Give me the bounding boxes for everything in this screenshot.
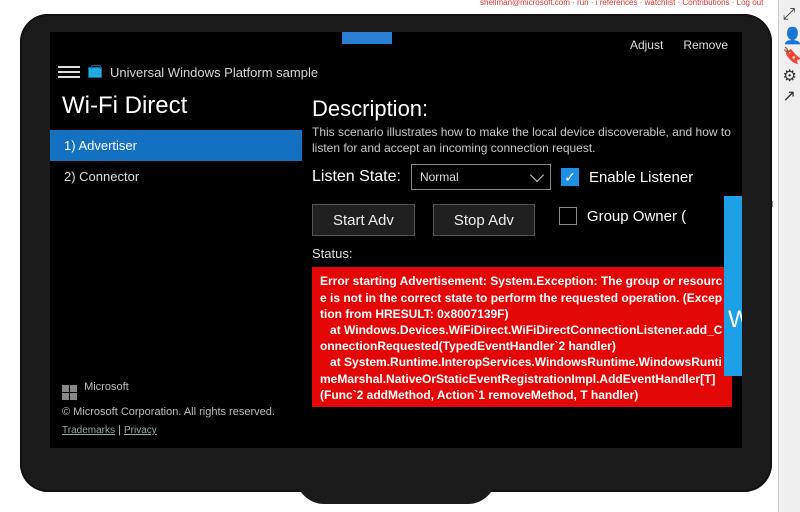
listen-state-select[interactable]: Normal (411, 164, 551, 190)
description-heading: Description: (312, 96, 732, 122)
page-top-tiny-text: shellman@microsoft.com · run · i referen… (480, 0, 763, 7)
sidebar-footer: Microsoft © Microsoft Corporation. All r… (50, 371, 302, 448)
right-peek-panel[interactable]: W (724, 196, 742, 376)
enable-listener-label: Enable Listener (589, 169, 693, 186)
person-icon[interactable]: 👤 (783, 26, 797, 40)
privacy-link[interactable]: Privacy (124, 425, 157, 436)
group-owner-checkbox[interactable] (559, 207, 577, 225)
app-screen: Adjust Remove Universal Windows Platform… (50, 32, 742, 448)
app-icon (88, 67, 102, 78)
app-title: Universal Windows Platform sample (110, 65, 318, 80)
main-pane: Description: This scenario illustrates h… (302, 86, 742, 448)
page-top-strip: shellman@microsoft.com · run · i referen… (0, 0, 778, 12)
app-header: Universal Windows Platform sample (50, 58, 742, 86)
group-owner-label: Group Owner ( (587, 208, 686, 225)
cmd-remove[interactable]: Remove (683, 38, 728, 52)
copyright-text: © Microsoft Corporation. All rights rese… (62, 406, 290, 418)
brand-row: Microsoft (62, 381, 290, 400)
bookmark-icon[interactable]: 🔖 (783, 46, 797, 60)
right-peek-letter: W (728, 306, 742, 334)
listen-state-value: Normal (420, 170, 459, 184)
listen-state-label: Listen State: (312, 168, 401, 186)
description-text: This scenario illustrates how to make th… (312, 124, 732, 156)
stop-adv-button[interactable]: Stop Adv (433, 204, 535, 236)
microsoft-logo-icon (62, 385, 77, 400)
window-command-bar: Adjust Remove (50, 32, 742, 58)
footer-links: Trademarks | Privacy (62, 424, 290, 436)
hamburger-icon[interactable] (58, 61, 80, 83)
sidebar: Wi-Fi Direct 1) Advertiser 2) Connector … (50, 86, 302, 448)
share-icon[interactable]: ↗ (783, 86, 797, 100)
sidebar-item-connector[interactable]: 2) Connector (50, 161, 302, 192)
trademarks-link[interactable]: Trademarks (62, 425, 115, 436)
sidebar-item-advertiser[interactable]: 1) Advertiser (50, 130, 302, 161)
active-tab-indicator (342, 32, 392, 44)
start-adv-button[interactable]: Start Adv (312, 204, 415, 236)
status-label: Status: (312, 246, 732, 261)
sidebar-title: Wi-Fi Direct (50, 86, 302, 130)
brand-text: Microsoft (84, 381, 129, 393)
device-stand (296, 476, 496, 504)
status-output: Error starting Advertisement: System.Exc… (312, 267, 732, 407)
enable-listener-checkbox[interactable]: ✓ (561, 168, 579, 186)
page-right-toolbar: ⤢ 👤 🔖 ⚙ ↗ (778, 0, 800, 512)
chevron-down-icon (530, 168, 544, 182)
expand-icon[interactable]: ⤢ (783, 6, 797, 20)
cmd-adjust[interactable]: Adjust (630, 38, 663, 52)
device-frame: Adjust Remove Universal Windows Platform… (20, 14, 772, 492)
gear-icon[interactable]: ⚙ (783, 66, 797, 80)
